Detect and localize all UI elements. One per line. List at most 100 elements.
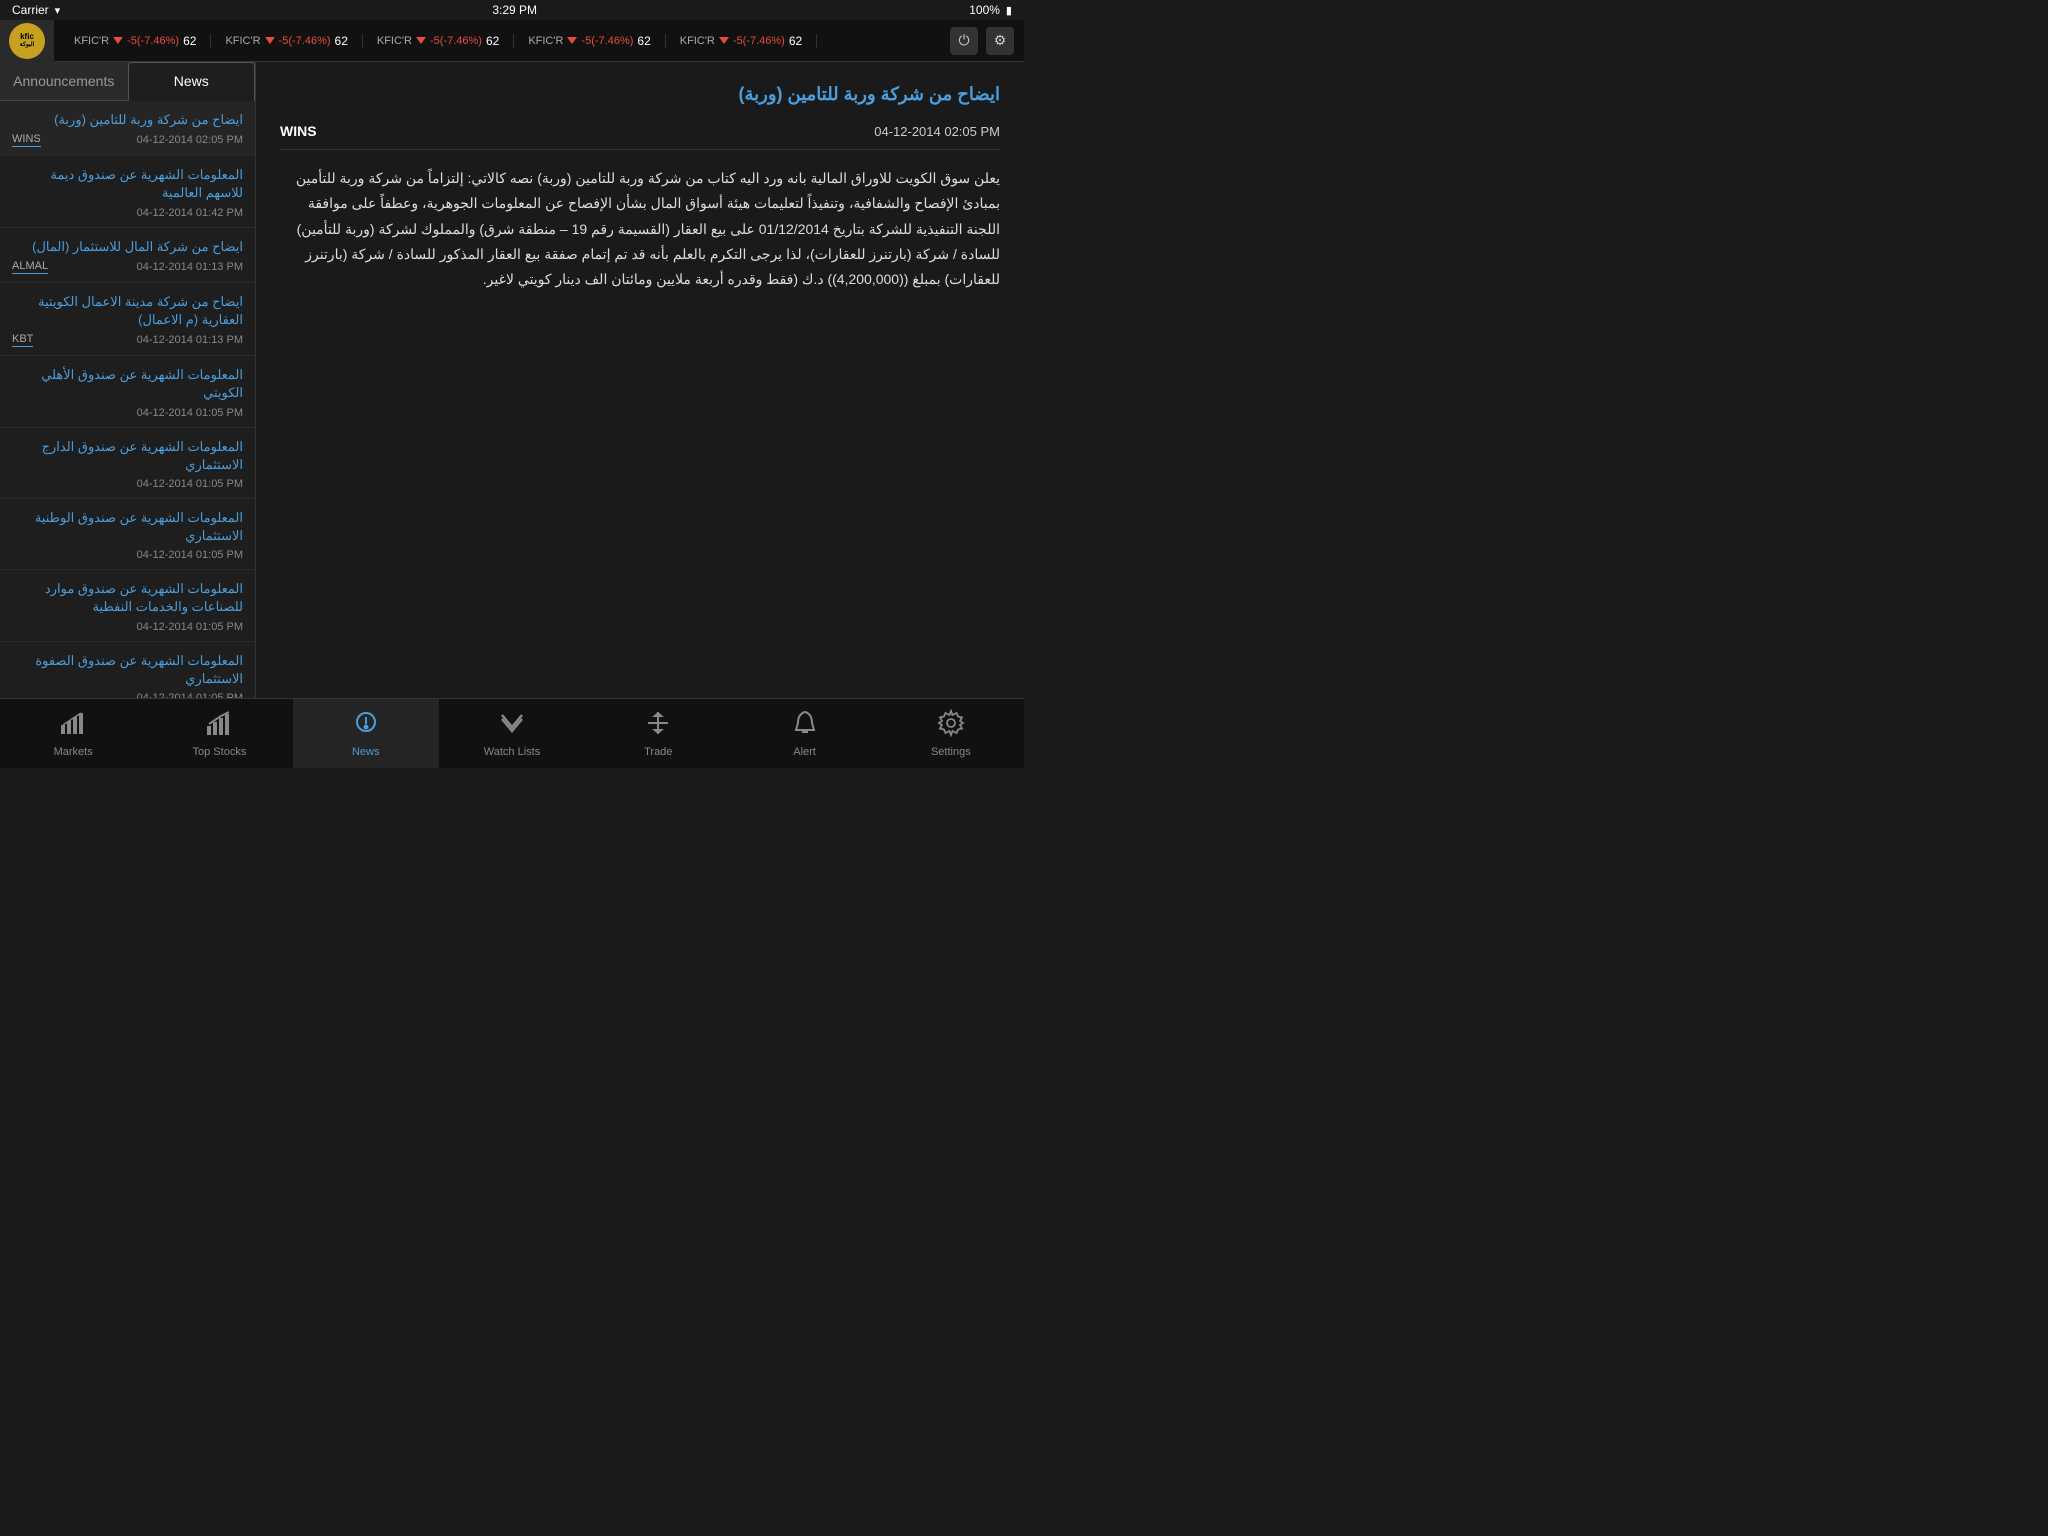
tab-announcements[interactable]: Announcements: [0, 62, 128, 100]
news-item-title-0: ايضاح من شركة وربة للتامين (وربة): [12, 111, 243, 129]
settings-icon: [937, 709, 965, 742]
ticker-price-2: 62: [486, 34, 499, 48]
news-item-1[interactable]: المعلومات الشهرية عن صندوق ديمة للاسهم ا…: [0, 156, 255, 227]
ticker-controls[interactable]: ⏻ ⚙: [950, 27, 1024, 55]
news-item-meta-8: 04-12-2014 01:05 PM: [12, 692, 243, 698]
nav-label-topstocks: Top Stocks: [193, 746, 247, 758]
status-bar-left: Carrier ▾: [12, 3, 60, 17]
status-bar: Carrier ▾ 3:29 PM 100% ▮: [0, 0, 1024, 20]
article-source: WINS: [280, 123, 317, 139]
ticker-change-3: -5(-7.46%): [581, 35, 633, 47]
news-item-source-2: ALMAL: [12, 260, 48, 274]
ticker-bar: kfic البوكة KFIC'R -5(-7.46%) 62 KFIC'R …: [0, 20, 1024, 62]
news-item-7[interactable]: المعلومات الشهرية عن صندوق موارد للصناعا…: [0, 570, 255, 641]
news-item-5[interactable]: المعلومات الشهرية عن صندوق الدارج الاستث…: [0, 428, 255, 499]
article-meta: WINS 04-12-2014 02:05 PM: [280, 123, 1000, 150]
ticker-label-1: KFIC'R: [225, 35, 260, 47]
news-item-title-6: المعلومات الشهرية عن صندوق الوطنية الاست…: [12, 509, 243, 545]
ticker-item-1: KFIC'R -5(-7.46%) 62: [211, 34, 362, 48]
news-item-title-2: ايضاح من شركة المال للاستثمار (المال): [12, 238, 243, 256]
news-item-source-3: KBT: [12, 333, 33, 347]
ticker-arrow-1: [265, 37, 275, 44]
status-bar-right: 100% ▮: [969, 3, 1012, 17]
nav-label-markets: Markets: [54, 746, 93, 758]
nav-label-settings: Settings: [931, 746, 971, 758]
nav-label-watchlists: Watch Lists: [484, 746, 540, 758]
ticker-label-4: KFIC'R: [680, 35, 715, 47]
ticker-label-3: KFIC'R: [528, 35, 563, 47]
news-item-date-7: 04-12-2014 01:05 PM: [137, 621, 243, 633]
news-item-meta-7: 04-12-2014 01:05 PM: [12, 621, 243, 633]
news-item-date-3: 04-12-2014 01:13 PM: [137, 334, 243, 346]
news-item-meta-6: 04-12-2014 01:05 PM: [12, 549, 243, 561]
alert-icon: [791, 709, 819, 742]
nav-item-alert[interactable]: Alert: [731, 699, 877, 768]
news-item-date-0: 04-12-2014 02:05 PM: [137, 134, 243, 146]
news-list[interactable]: ايضاح من شركة وربة للتامين (وربة) WINS 0…: [0, 101, 255, 698]
news-item-4[interactable]: المعلومات الشهرية عن صندوق الأهلي الكويت…: [0, 356, 255, 427]
ticker-item-2: KFIC'R -5(-7.46%) 62: [363, 34, 514, 48]
logo-circle: kfic البوكة: [9, 23, 45, 59]
news-item-title-1: المعلومات الشهرية عن صندوق ديمة للاسهم ا…: [12, 166, 243, 202]
news-item-title-3: ايضاح من شركة مدينة الاعمال الكويتية الع…: [12, 293, 243, 329]
logo: kfic البوكة: [0, 20, 54, 62]
article-body: يعلن سوق الكويت للاوراق المالية بانه ورد…: [280, 166, 1000, 292]
watchlists-icon: [498, 709, 526, 742]
news-item-date-1: 04-12-2014 01:42 PM: [137, 207, 243, 219]
news-item-0[interactable]: ايضاح من شركة وربة للتامين (وربة) WINS 0…: [0, 101, 255, 156]
news-item-3[interactable]: ايضاح من شركة مدينة الاعمال الكويتية الع…: [0, 283, 255, 356]
battery-icon: ▮: [1006, 4, 1012, 17]
news-item-2[interactable]: ايضاح من شركة المال للاستثمار (المال) AL…: [0, 228, 255, 283]
ticker-change-1: -5(-7.46%): [279, 35, 331, 47]
article-title: ايضاح من شركة وربة للتامين (وربة): [280, 82, 1000, 107]
nav-item-news[interactable]: News: [293, 699, 439, 768]
ticker-change-2: -5(-7.46%): [430, 35, 482, 47]
ticker-arrow-3: [567, 37, 577, 44]
news-item-meta-3: KBT 04-12-2014 01:13 PM: [12, 333, 243, 347]
ticker-arrow-2: [416, 37, 426, 44]
nav-label-news: News: [352, 746, 380, 758]
tab-news[interactable]: News: [128, 62, 256, 101]
news-item-meta-1: 04-12-2014 01:42 PM: [12, 207, 243, 219]
settings-ticker-button[interactable]: ⚙: [986, 27, 1014, 55]
nav-item-topstocks[interactable]: Top Stocks: [146, 699, 292, 768]
ticker-item-3: KFIC'R -5(-7.46%) 62: [514, 34, 665, 48]
news-item-meta-5: 04-12-2014 01:05 PM: [12, 478, 243, 490]
trade-icon: [644, 709, 672, 742]
tab-bar: Announcements News: [0, 62, 255, 101]
power-button[interactable]: ⏻: [950, 27, 978, 55]
news-item-8[interactable]: المعلومات الشهرية عن صندوق الصفوة الاستث…: [0, 642, 255, 698]
ticker-arrow-0: [113, 37, 123, 44]
ticker-change-0: -5(-7.46%): [127, 35, 179, 47]
nav-item-markets[interactable]: Markets: [0, 699, 146, 768]
ticker-label-0: KFIC'R: [74, 35, 109, 47]
ticker-arrow-4: [719, 37, 729, 44]
news-item-source-0: WINS: [12, 133, 41, 147]
article-date: 04-12-2014 02:05 PM: [874, 124, 1000, 139]
nav-label-trade: Trade: [644, 746, 672, 758]
news-icon: [352, 709, 380, 742]
ticker-item-0: KFIC'R -5(-7.46%) 62: [60, 34, 211, 48]
news-item-title-8: المعلومات الشهرية عن صندوق الصفوة الاستث…: [12, 652, 243, 688]
news-item-meta-0: WINS 04-12-2014 02:05 PM: [12, 133, 243, 147]
nav-item-watchlists[interactable]: Watch Lists: [439, 699, 585, 768]
ticker-price-3: 62: [637, 34, 650, 48]
carrier-label: Carrier: [12, 3, 49, 17]
news-item-date-4: 04-12-2014 01:05 PM: [137, 407, 243, 419]
wifi-icon: ▾: [55, 4, 61, 17]
news-item-6[interactable]: المعلومات الشهرية عن صندوق الوطنية الاست…: [0, 499, 255, 570]
bottom-nav: Markets Top Stocks News Watch Lists Trad…: [0, 698, 1024, 768]
ticker-item-4: KFIC'R -5(-7.46%) 62: [666, 34, 817, 48]
news-item-meta-4: 04-12-2014 01:05 PM: [12, 407, 243, 419]
left-panel: Announcements News ايضاح من شركة وربة لل…: [0, 62, 256, 698]
right-panel: ايضاح من شركة وربة للتامين (وربة) WINS 0…: [256, 62, 1024, 698]
main-layout: Announcements News ايضاح من شركة وربة لل…: [0, 62, 1024, 698]
markets-icon: [59, 709, 87, 742]
time-display: 3:29 PM: [492, 3, 537, 17]
news-item-title-4: المعلومات الشهرية عن صندوق الأهلي الكويت…: [12, 366, 243, 402]
nav-item-settings[interactable]: Settings: [878, 699, 1024, 768]
ticker-price-1: 62: [335, 34, 348, 48]
ticker-price-4: 62: [789, 34, 802, 48]
ticker-price-0: 62: [183, 34, 196, 48]
nav-item-trade[interactable]: Trade: [585, 699, 731, 768]
